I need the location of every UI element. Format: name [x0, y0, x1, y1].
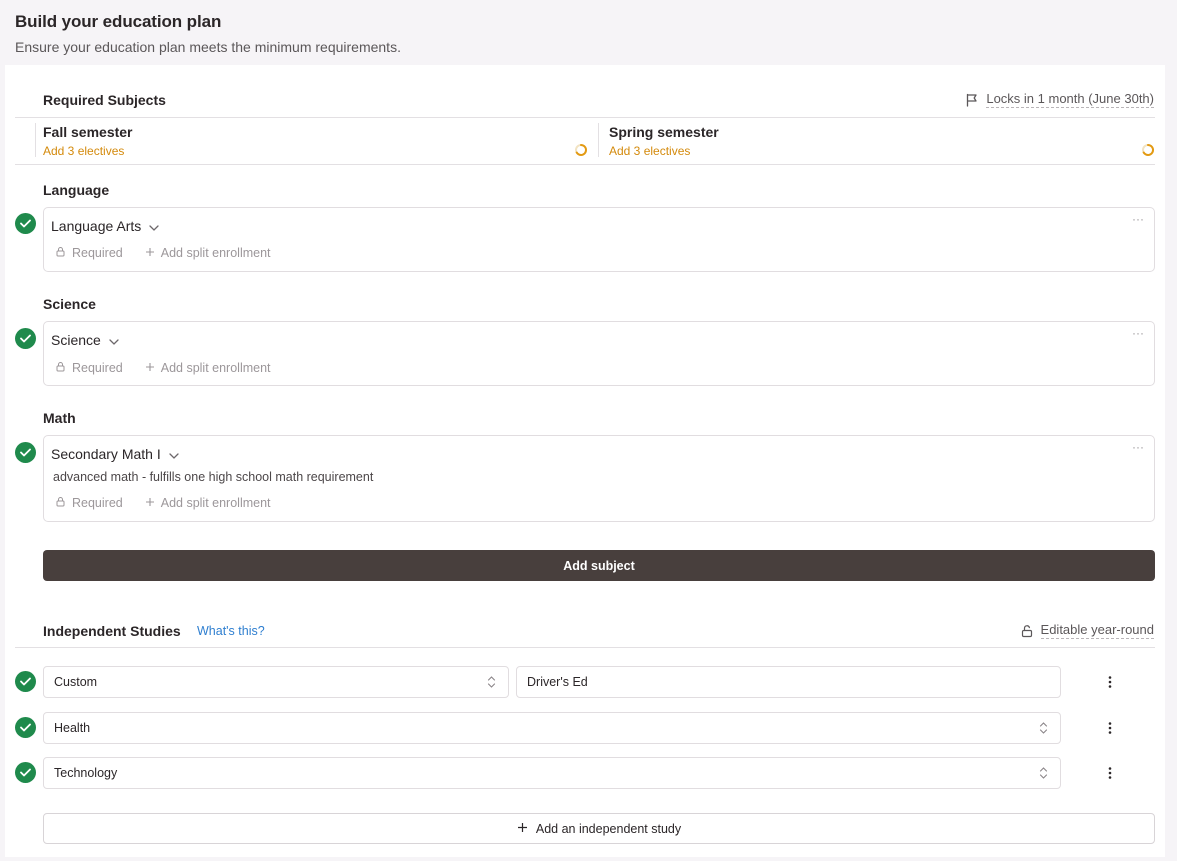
edit-note-text: Editable year-round — [1040, 622, 1154, 639]
subject-name: Secondary Math I — [51, 446, 161, 462]
progress-ring-icon — [574, 143, 588, 162]
chevron-down-icon — [109, 332, 119, 348]
education-plan-panel: Required Subjects Locks in 1 month (June… — [5, 65, 1165, 857]
semester-divider — [598, 123, 599, 157]
semester-spring: Spring semester Add 3 electives — [609, 124, 719, 158]
add-independent-study-label: Add an independent study — [535, 821, 682, 836]
check-icon — [15, 717, 36, 738]
check-icon — [15, 442, 36, 463]
add-split-enrollment[interactable]: Add split enrollment — [145, 361, 271, 375]
plus-icon — [517, 822, 528, 836]
divider — [15, 117, 1155, 118]
updown-chevron-icon — [1039, 766, 1048, 783]
kebab-menu-icon[interactable] — [1102, 674, 1118, 690]
chevron-down-icon — [149, 218, 159, 234]
subject-description: advanced math - fulfills one high school… — [53, 470, 374, 484]
semester-divider — [35, 123, 36, 157]
plus-icon — [145, 496, 155, 510]
study-type-select[interactable]: Technology — [43, 757, 1061, 789]
page-header: Build your education plan Ensure your ed… — [15, 12, 401, 55]
lock-note-text: Locks in 1 month (June 30th) — [986, 91, 1154, 108]
subject-name: Language Arts — [51, 218, 142, 234]
independent-studies-title: Independent Studies — [43, 623, 181, 639]
semester-status: Add 3 electives — [609, 144, 691, 158]
subject-dropdown[interactable]: Science — [51, 332, 119, 348]
semester-title: Spring semester — [609, 124, 719, 140]
subject-meta: Required Add split enrollment — [55, 246, 293, 260]
subject-meta: Required Add split enrollment — [55, 361, 293, 375]
subject-card-language: Language Arts ··· Required Add split enr… — [43, 207, 1155, 272]
group-heading-language: Language — [43, 182, 110, 198]
more-icon[interactable]: ··· — [1132, 212, 1144, 226]
add-independent-study-button[interactable]: Add an independent study — [43, 813, 1155, 844]
add-split-enrollment[interactable]: Add split enrollment — [145, 496, 271, 510]
subject-dropdown[interactable]: Language Arts — [51, 218, 159, 234]
edit-note[interactable]: Editable year-round — [1020, 622, 1154, 639]
progress-ring-icon — [1141, 143, 1155, 162]
flag-icon — [965, 93, 979, 107]
group-heading-science: Science — [43, 296, 96, 312]
divider — [15, 164, 1155, 165]
study-type-select[interactable]: Health — [43, 712, 1061, 744]
check-icon — [15, 213, 36, 234]
check-icon — [15, 671, 36, 692]
chevron-down-icon — [169, 446, 179, 462]
check-icon — [15, 328, 36, 349]
required-tag: Required — [55, 361, 123, 375]
updown-chevron-icon — [1039, 721, 1048, 738]
kebab-menu-icon[interactable] — [1102, 765, 1118, 781]
plus-icon — [145, 361, 155, 375]
semester-fall: Fall semester Add 3 electives — [43, 124, 133, 158]
add-subject-button[interactable]: Add subject — [43, 550, 1155, 581]
subject-dropdown[interactable]: Secondary Math I — [51, 446, 179, 462]
group-heading-math: Math — [43, 410, 76, 426]
subject-card-science: Science ··· Required Add split enrollmen… — [43, 321, 1155, 386]
divider — [15, 647, 1155, 648]
semester-status: Add 3 electives — [43, 144, 125, 158]
kebab-menu-icon[interactable] — [1102, 720, 1118, 736]
plus-icon — [145, 246, 155, 260]
whats-this-link[interactable]: What's this? — [197, 624, 265, 638]
page-title: Build your education plan — [15, 12, 222, 31]
page-subtitle: Ensure your education plan meets the min… — [15, 39, 401, 55]
required-tag: Required — [55, 246, 123, 260]
lock-icon — [55, 496, 66, 510]
add-split-enrollment[interactable]: Add split enrollment — [145, 246, 271, 260]
unlock-icon — [1020, 624, 1034, 638]
study-type-select[interactable]: Custom — [43, 666, 509, 698]
study-name-input[interactable]: Driver's Ed — [516, 666, 1061, 698]
required-subjects-title: Required Subjects — [43, 92, 166, 108]
semester-title: Fall semester — [43, 124, 133, 140]
more-icon[interactable]: ··· — [1132, 440, 1144, 454]
more-icon[interactable]: ··· — [1132, 326, 1144, 340]
subject-meta: Required Add split enrollment — [55, 496, 293, 510]
check-icon — [15, 762, 36, 783]
lock-icon — [55, 361, 66, 375]
subject-name: Science — [51, 332, 101, 348]
lock-note[interactable]: Locks in 1 month (June 30th) — [965, 91, 1154, 108]
lock-icon — [55, 246, 66, 260]
updown-chevron-icon — [487, 675, 496, 692]
subject-card-math: Secondary Math I ··· advanced math - ful… — [43, 435, 1155, 522]
required-tag: Required — [55, 496, 123, 510]
